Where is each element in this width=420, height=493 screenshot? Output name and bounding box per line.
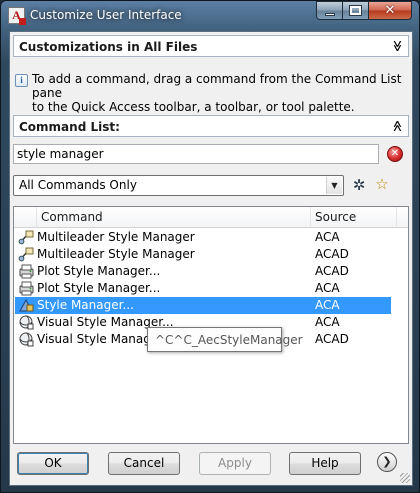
customize-ui-window: A Customize User Interface ✕ Customizati… [0,0,420,493]
command-list[interactable]: Command Source Multileader Style Manager… [13,206,409,444]
minimize-icon [324,12,335,16]
source-cell: ACA [315,315,340,329]
close-button[interactable]: ✕ [369,1,412,20]
source-cell: ACAD [315,332,349,346]
plot-style-icon [18,263,35,280]
table-row[interactable]: Multileader Style Manager ACA [15,229,391,246]
column-header-source[interactable]: Source [311,207,397,227]
ok-button[interactable]: OK [17,452,89,475]
caption-buttons: ✕ [316,1,412,20]
create-new-command-icon[interactable]: ☆ [372,174,392,194]
visual-style-icon [18,314,35,331]
command-macro-tooltip: ^C^C_AecStyleManager [147,327,303,352]
apply-button[interactable]: Apply [199,452,271,475]
table-row[interactable]: Plot Style Manager... ACA [15,280,391,297]
customizations-panel-title: Customizations in All Files [19,40,198,54]
multileader-style-icon [18,246,35,263]
dialog-body: Customizations in All Files ≫ i To add a… [9,31,413,486]
close-icon: ✕ [384,3,396,18]
collapse-chevron-icon[interactable]: ≪ [389,118,405,134]
table-row[interactable]: Multileader Style Manager ACAD [15,246,391,263]
command-name-cell: Multileader Style Manager [37,230,195,244]
help-button[interactable]: Help [289,452,361,475]
customizations-panel-header[interactable]: Customizations in All Files ≫ [13,35,409,57]
source-cell: ACA [315,281,340,295]
maximize-icon [349,5,362,16]
command-list-panel-header[interactable]: Command List: ≪ [13,115,409,137]
info-line-1: To add a command, drag a command from th… [32,72,402,100]
maximize-button[interactable] [343,1,369,20]
multileader-style-icon [18,229,35,246]
expand-chevron-icon[interactable]: ≫ [389,38,405,54]
window-title: Customize User Interface [30,8,182,22]
info-text: To add a command, drag a command from th… [32,72,404,114]
table-row[interactable]: Plot Style Manager... ACAD [15,263,391,280]
info-message: i To add a command, drag a command from … [14,72,408,114]
info-icon: i [15,74,28,87]
style-manager-icon [18,297,35,314]
info-line-2: to the Quick Access toolbar, a toolbar, … [32,100,355,114]
command-name-cell: Plot Style Manager... [37,281,161,295]
command-list-title: Command List: [19,120,120,134]
plot-style-icon [18,280,35,297]
command-search-input[interactable]: style manager [13,144,379,164]
command-filter-dropdown[interactable]: All Commands Only ▼ [13,175,344,196]
cancel-button[interactable]: Cancel [108,452,180,475]
table-row[interactable]: Style Manager... ACA [15,297,391,314]
expand-dialog-button[interactable]: ❯ [377,452,397,472]
minimize-button[interactable] [316,1,343,20]
visual-style-icon [18,331,35,348]
resize-grip[interactable] [400,473,410,483]
clear-search-icon[interactable]: ✕ [387,146,403,162]
filter-selected-value: All Commands Only [19,178,137,192]
title-bar[interactable]: A Customize User Interface ✕ [1,1,419,31]
autocad-app-icon[interactable]: A [8,7,26,25]
source-cell: ACA [315,298,340,312]
source-cell: ACA [315,230,340,244]
find-command-icon[interactable]: ✲ [349,175,369,195]
source-cell: ACAD [315,264,349,278]
command-name-cell: Style Manager... [37,298,134,312]
source-cell: ACAD [315,247,349,261]
dropdown-arrow-icon[interactable]: ▼ [326,177,342,194]
command-name-cell: Multileader Style Manager [37,247,195,261]
column-header-command[interactable]: Command [36,207,311,227]
list-header: Command Source [14,207,408,228]
command-name-cell: Plot Style Manager... [37,264,161,278]
